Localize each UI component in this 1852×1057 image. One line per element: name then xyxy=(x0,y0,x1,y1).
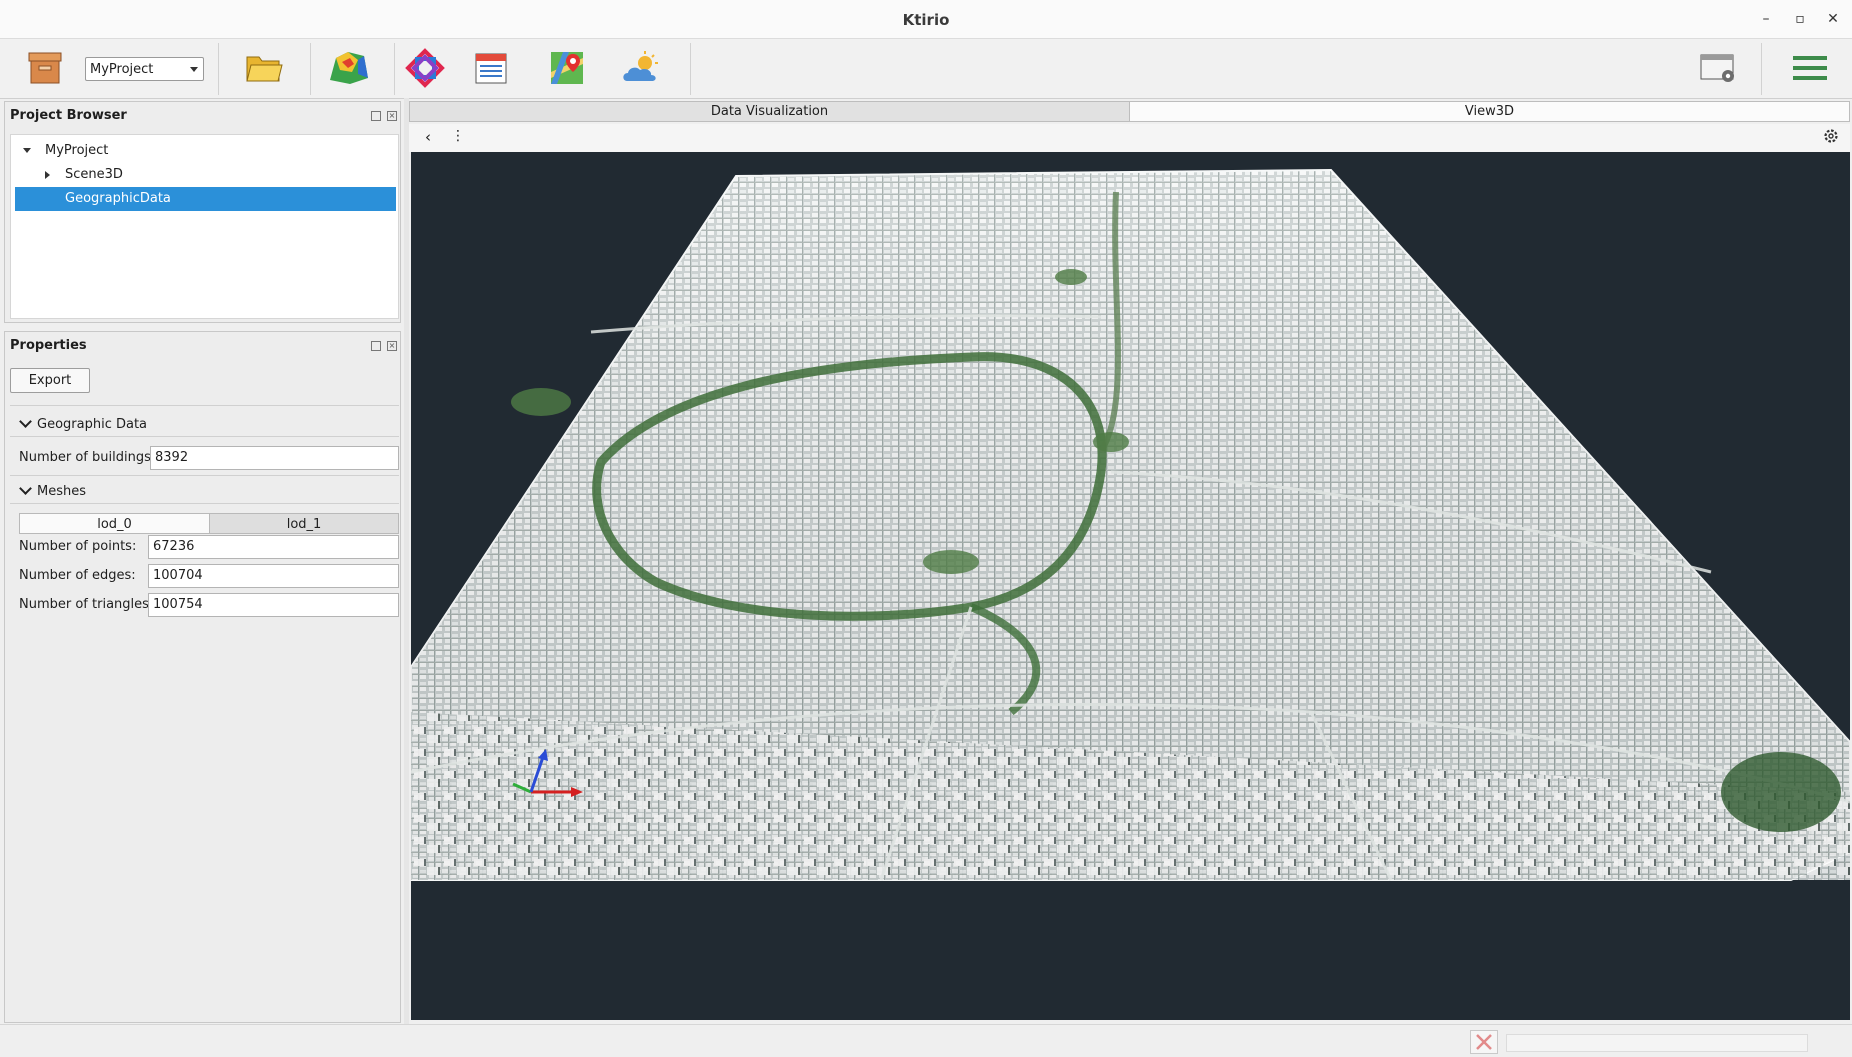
tab-view3d[interactable]: View3D xyxy=(1129,101,1850,122)
more-options-icon[interactable]: ⋮ xyxy=(451,128,465,144)
geographic-data-section[interactable]: Geographic Data xyxy=(17,415,148,432)
toolbar-separator xyxy=(310,43,311,95)
section-label: Meshes xyxy=(37,484,86,499)
maximize-button[interactable]: ▫ xyxy=(1789,9,1811,29)
points-field[interactable]: 67236 xyxy=(148,535,399,559)
main-toolbar: MyProject xyxy=(0,39,1852,99)
map-pin-icon[interactable] xyxy=(545,47,589,89)
close-icon[interactable]: × xyxy=(387,111,397,121)
weather-icon[interactable] xyxy=(620,47,664,89)
status-bar xyxy=(0,1024,1852,1056)
hub-logo-icon[interactable] xyxy=(403,47,447,89)
window-settings-icon[interactable] xyxy=(1696,47,1740,89)
buildings-label: Number of buildings: xyxy=(19,450,156,465)
back-icon[interactable]: ‹ xyxy=(425,128,431,146)
divider xyxy=(10,475,399,476)
toolbar-separator xyxy=(394,43,395,95)
tree-item-myproject[interactable]: MyProject xyxy=(15,139,396,163)
city-model-render xyxy=(411,168,1850,881)
view-toolbar: ‹ ⋮ xyxy=(409,124,1850,152)
tree-item-label: GeographicData xyxy=(65,191,171,206)
lod-tabbar: lod_0 lod_1 xyxy=(19,513,399,534)
section-label: Geographic Data xyxy=(37,417,148,432)
float-icon[interactable] xyxy=(371,111,381,121)
tree-item-label: Scene3D xyxy=(65,167,123,182)
terrain-icon[interactable] xyxy=(327,47,371,89)
folder-open-icon[interactable] xyxy=(242,47,286,89)
triangles-field[interactable]: 100754 xyxy=(148,593,399,617)
tree-item-label: MyProject xyxy=(45,143,109,158)
expand-icon[interactable] xyxy=(45,171,50,179)
project-tree: MyProject Scene3D GeographicData xyxy=(10,134,399,319)
panel-title: Properties xyxy=(10,338,87,353)
view-tabbar: Data Visualization View3D xyxy=(409,101,1850,122)
archive-icon[interactable] xyxy=(23,47,67,89)
cancel-icon[interactable] xyxy=(1470,1030,1498,1054)
view3d-viewport[interactable] xyxy=(411,152,1850,1020)
window-title: Ktirio xyxy=(902,11,950,29)
panel-splitter[interactable] xyxy=(404,98,409,1024)
tab-data-visualization[interactable]: Data Visualization xyxy=(409,101,1130,122)
tab-lod-1[interactable]: lod_1 xyxy=(209,513,399,534)
tab-lod-0[interactable]: lod_0 xyxy=(19,513,210,534)
float-icon[interactable] xyxy=(371,341,381,351)
tree-item-geographicdata[interactable]: GeographicData xyxy=(15,187,396,211)
edges-label: Number of edges: xyxy=(19,568,136,583)
edges-field[interactable]: 100704 xyxy=(148,564,399,588)
buildings-field[interactable]: 8392 xyxy=(150,446,399,470)
calendar-icon[interactable] xyxy=(469,47,513,89)
chevron-down-icon xyxy=(19,482,32,495)
project-browser-panel: Project Browser × MyProject Scene3D Geog… xyxy=(4,101,401,323)
properties-panel: Properties × Export Geographic Data Numb… xyxy=(4,331,401,1023)
divider xyxy=(10,503,399,504)
export-button[interactable]: Export xyxy=(10,368,90,393)
title-bar: Ktirio – ▫ ✕ xyxy=(0,0,1852,39)
toolbar-separator xyxy=(1761,43,1762,95)
tree-item-scene3d[interactable]: Scene3D xyxy=(15,163,396,187)
project-select[interactable]: MyProject xyxy=(85,57,204,81)
gear-icon[interactable] xyxy=(1822,127,1840,149)
chevron-down-icon xyxy=(190,67,198,72)
divider xyxy=(10,405,399,406)
divider xyxy=(10,436,399,437)
project-select-value: MyProject xyxy=(90,62,154,77)
toolbar-separator xyxy=(218,43,219,95)
close-icon[interactable]: × xyxy=(387,341,397,351)
meshes-section[interactable]: Meshes xyxy=(17,482,86,499)
minimize-button[interactable]: – xyxy=(1755,9,1777,29)
triangles-label: Number of triangles: xyxy=(19,597,154,612)
chevron-down-icon xyxy=(19,415,32,428)
menu-icon[interactable] xyxy=(1788,47,1832,89)
toolbar-separator xyxy=(690,43,691,95)
close-button[interactable]: ✕ xyxy=(1822,9,1844,29)
panel-title: Project Browser xyxy=(10,108,127,123)
points-label: Number of points: xyxy=(19,539,137,554)
progress-bar xyxy=(1506,1034,1808,1052)
collapse-icon[interactable] xyxy=(23,148,31,153)
